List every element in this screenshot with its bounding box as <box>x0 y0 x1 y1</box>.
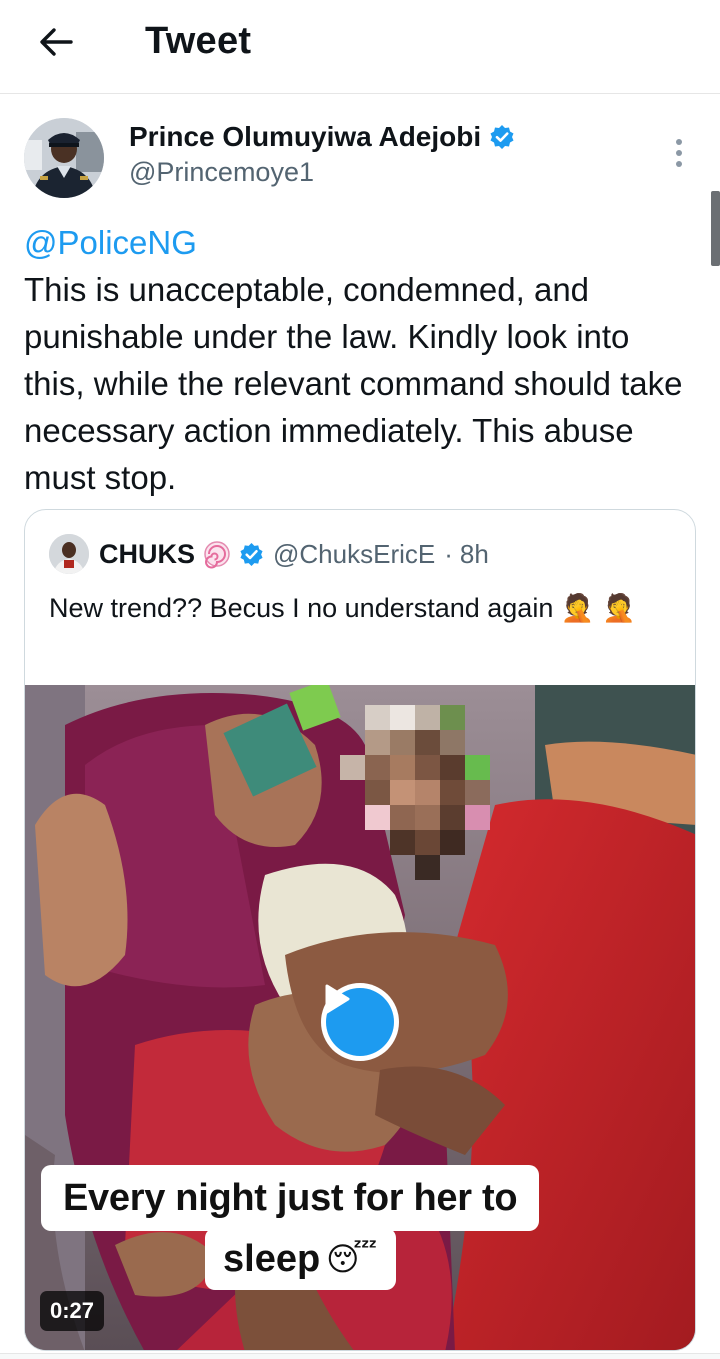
tweet-text: This is unacceptable, condemned, and pun… <box>24 271 683 496</box>
video-duration-badge: 0:27 <box>40 1291 105 1331</box>
divider <box>0 1353 720 1359</box>
quoted-tweet-header: CHUKS @ChuksEricE · 8h <box>49 534 489 574</box>
quoted-author-handle[interactable]: @ChuksEricE <box>273 539 435 570</box>
scrollbar[interactable] <box>711 191 720 266</box>
video-caption-text: sleep <box>223 1238 321 1280</box>
author-avatar[interactable] <box>24 118 104 198</box>
quoted-tweet-time: 8h <box>459 538 489 569</box>
video-caption-line1: Every night just for her to <box>41 1165 540 1231</box>
quoted-tweet-card[interactable]: CHUKS @ChuksEricE · 8h New trend?? Becus… <box>24 509 696 1351</box>
back-button[interactable] <box>30 18 82 66</box>
play-button[interactable] <box>321 983 399 1061</box>
lollipop-icon <box>204 541 230 569</box>
arrow-left-icon <box>40 28 73 56</box>
more-options-button[interactable] <box>664 133 694 173</box>
page-title: Tweet <box>145 20 252 62</box>
separator-dot: · <box>444 538 453 569</box>
mention-link[interactable]: @PoliceNG <box>24 219 694 266</box>
play-icon <box>325 984 350 1014</box>
more-dot-icon <box>676 150 682 156</box>
tweet-body: @PoliceNG This is unacceptable, condemne… <box>24 219 694 501</box>
author-handle[interactable]: @Princemoye1 <box>129 157 314 188</box>
video-caption-line2: sleep 😴 <box>205 1228 396 1290</box>
quoted-author-name[interactable]: CHUKS <box>99 539 195 570</box>
quoted-author-avatar[interactable] <box>49 534 89 574</box>
author-name[interactable]: Prince Olumuyiwa Adejobi <box>129 121 481 153</box>
more-dot-icon <box>676 161 682 167</box>
more-dot-icon <box>676 139 682 145</box>
top-bar: Tweet <box>0 0 720 94</box>
sleeping-face-icon: 😴 <box>326 1241 378 1277</box>
video-thumbnail[interactable]: Every night just for her to sleep 😴 0:27 <box>25 685 695 1350</box>
quoted-tweet-text: New trend?? Becus I no understand again … <box>49 593 636 623</box>
verified-badge-icon <box>490 125 514 149</box>
verified-badge-icon <box>240 542 263 566</box>
